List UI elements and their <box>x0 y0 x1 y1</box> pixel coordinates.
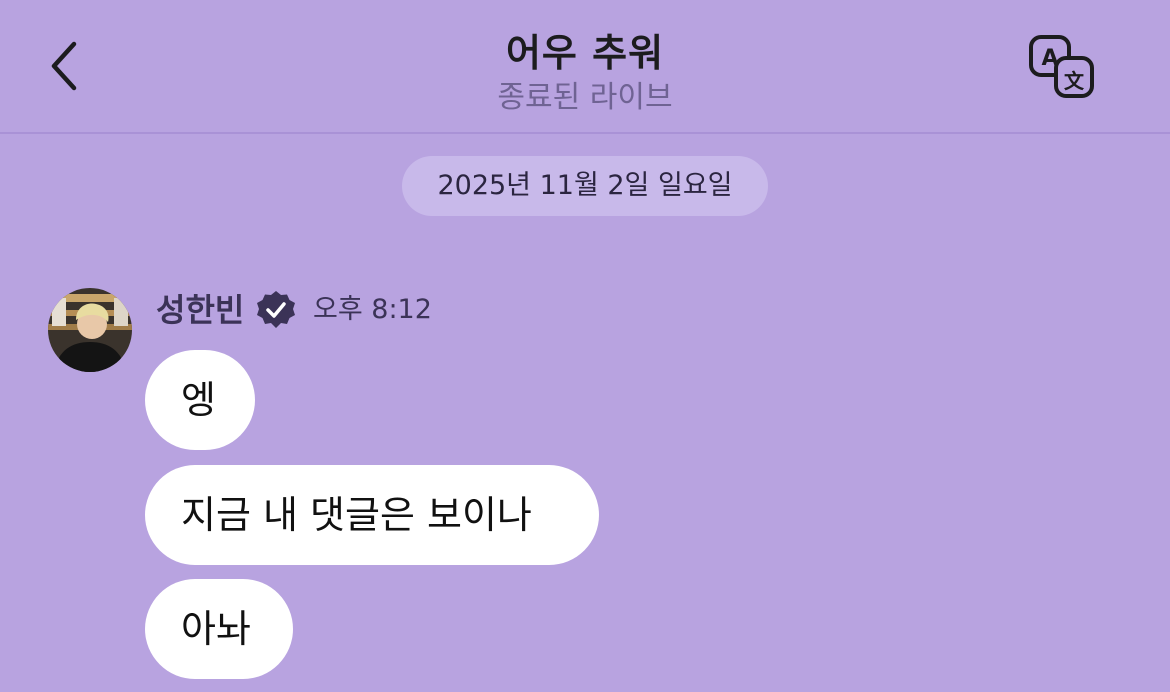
message-bubble[interactable]: 아놔 <box>145 579 293 679</box>
verified-check-icon <box>257 291 295 328</box>
svg-text:A: A <box>1041 46 1058 71</box>
message-bubble[interactable]: 지금 내 댓글은 보이나 <box>145 465 599 565</box>
page-subtitle: 종료된 라이브 <box>497 80 673 115</box>
message-time: 오후 8:12 <box>313 294 432 325</box>
translate-button[interactable]: A 文 <box>1026 32 1098 102</box>
date-separator: 2025년 11월 2일 일요일 <box>402 156 768 216</box>
chat-header: 어우 추워 종료된 라이브 A 文 <box>0 0 1170 134</box>
avatar[interactable] <box>48 288 132 372</box>
translate-icon: A 文 <box>1029 35 1094 98</box>
message-bubble[interactable]: 엥 <box>145 350 255 450</box>
svg-text:文: 文 <box>1064 69 1085 93</box>
avatar-image <box>48 288 132 372</box>
verified-badge <box>256 290 296 330</box>
page-title: 어우 추워 <box>505 31 665 75</box>
sender-name[interactable]: 성한빈 <box>156 288 244 332</box>
